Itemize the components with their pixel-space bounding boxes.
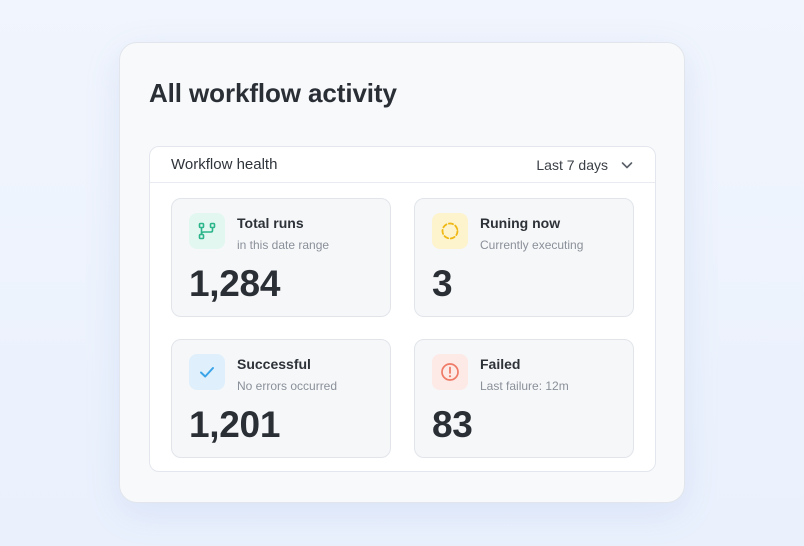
workflow-health-panel: Workflow health Last 7 days Total runs i… — [149, 146, 656, 472]
alert-circle-icon — [432, 354, 468, 390]
stat-card-successful: Successful No errors occurred 1,201 — [171, 339, 391, 458]
stat-subtitle: in this date range — [237, 238, 330, 252]
page-title: All workflow activity — [149, 78, 397, 108]
stat-value: 3 — [432, 263, 453, 304]
stat-title: Runing now — [480, 215, 561, 231]
stat-value: 83 — [432, 404, 473, 445]
spinner-icon — [432, 213, 468, 249]
stat-title: Successful — [237, 356, 311, 372]
panel-header: Workflow health Last 7 days — [150, 147, 655, 183]
workflow-branch-icon — [189, 213, 225, 249]
panel-title: Workflow health — [171, 156, 278, 173]
date-range-select[interactable]: Last 7 days — [536, 154, 634, 176]
stat-title: Total runs — [237, 215, 304, 231]
date-range-value: Last 7 days — [536, 157, 608, 173]
stat-card-total-runs: Total runs in this date range 1,284 — [171, 198, 391, 317]
stat-card-failed: Failed Last failure: 12m 83 — [414, 339, 634, 458]
chevron-down-icon — [620, 158, 634, 172]
stat-subtitle: Last failure: 12m — [480, 379, 569, 393]
stat-title: Failed — [480, 356, 521, 372]
checkmark-icon — [189, 354, 225, 390]
stat-value: 1,201 — [189, 404, 281, 445]
stat-subtitle: No errors occurred — [237, 379, 338, 393]
stat-card-running-now: Runing now Currently executing 3 — [414, 198, 634, 317]
workflow-activity-card: All workflow activity Workflow health La… — [119, 42, 685, 503]
stat-value: 1,284 — [189, 263, 281, 304]
stat-subtitle: Currently executing — [480, 238, 584, 252]
